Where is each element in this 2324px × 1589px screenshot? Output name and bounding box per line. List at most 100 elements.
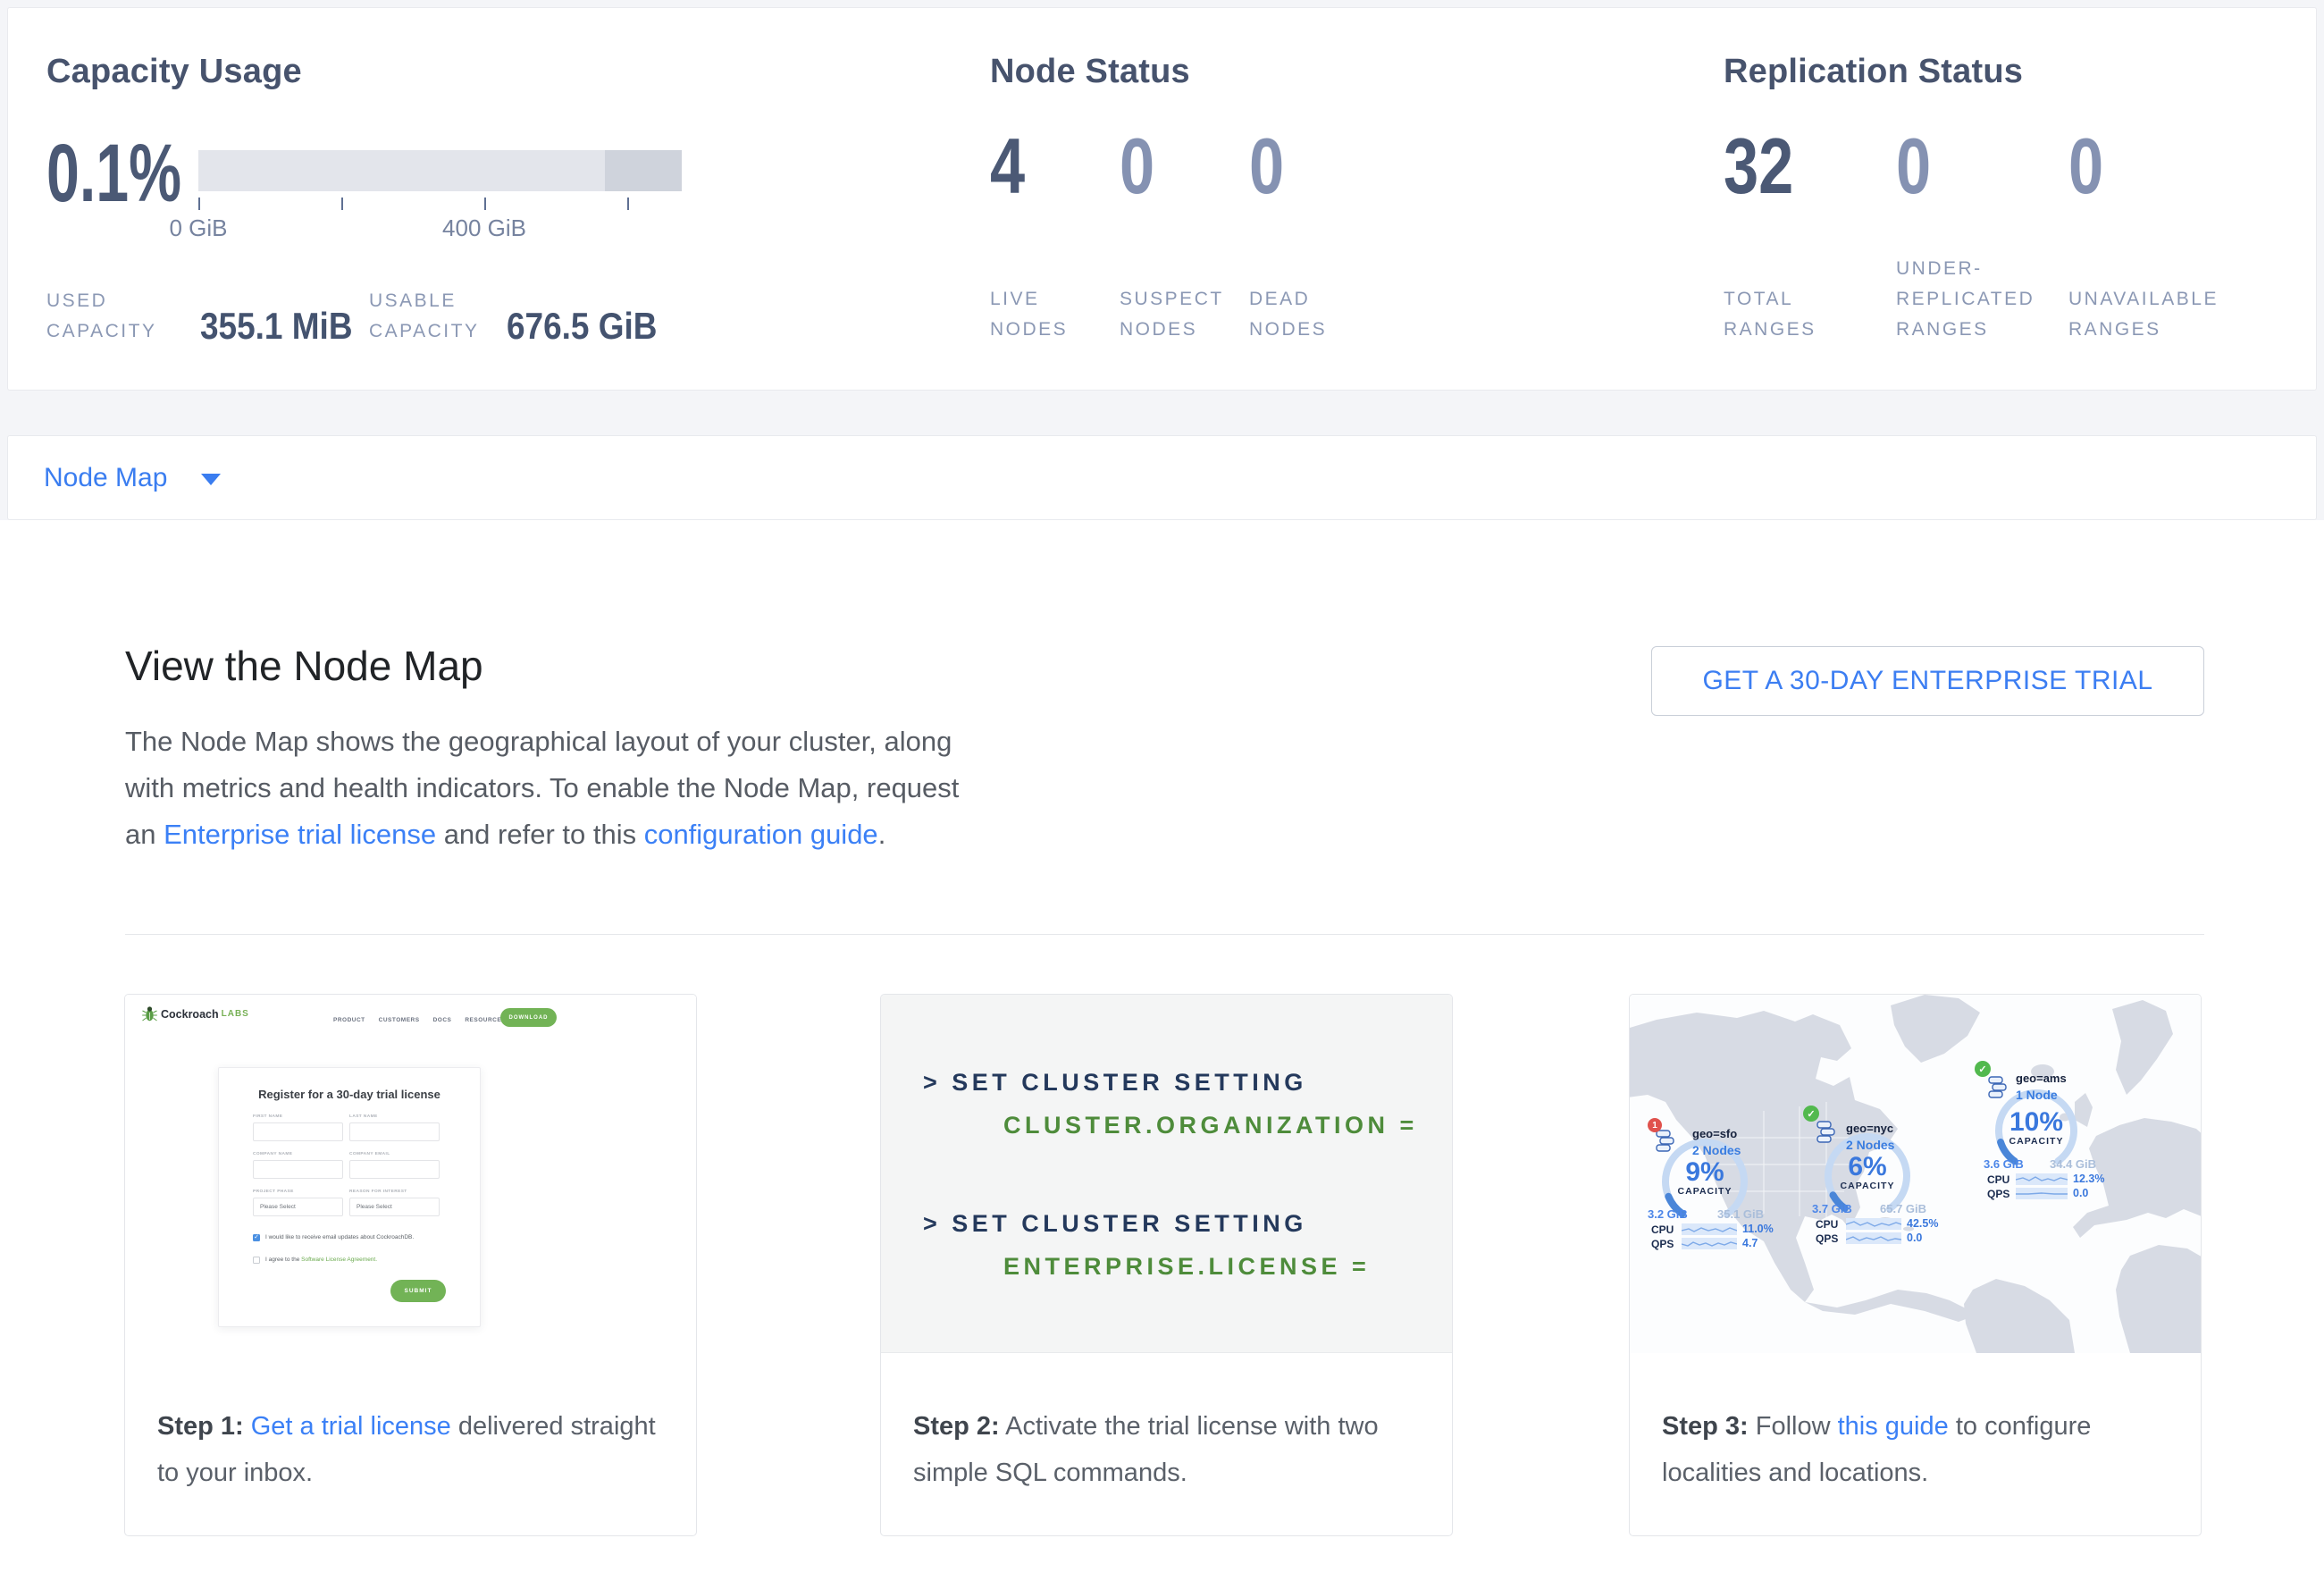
cpu-label: CPU — [1987, 1173, 2009, 1186]
under-replicated-ranges-label: UNDER-REPLICATED RANGES — [1896, 254, 2052, 345]
healthy-badge-icon: ✓ — [1975, 1061, 1991, 1077]
sql-commands-illustration: > SET CLUSTER SETTING CLUSTER.ORGANIZATI… — [881, 995, 1452, 1353]
capacity-usage-section: Capacity Usage 0.1% 0 GiB 400 GiB USED C… — [8, 8, 990, 390]
section-divider — [125, 934, 2204, 935]
sql-line-3: > SET CLUSTER SETTING — [923, 1210, 1307, 1238]
view-selector-bar: Node Map — [7, 435, 2317, 520]
sql-line-1: > SET CLUSTER SETTING — [923, 1069, 1307, 1097]
license-agree-checkbox — [253, 1257, 260, 1264]
suspect-nodes-value: 0 — [1120, 127, 1154, 206]
cpu-sparkline — [2016, 1173, 2068, 1185]
brand-wordmark: Cockroach — [161, 1008, 219, 1021]
cockroach-labs-logo: Cockroach LABS — [142, 1005, 249, 1022]
total-ranges-value: 32 — [1724, 127, 1793, 206]
step-3-text: Follow — [1749, 1412, 1838, 1441]
cockroach-bug-icon — [142, 1005, 157, 1022]
company-name-label: COMPANY NAME — [253, 1152, 292, 1156]
mini-download-button: DOWNLOAD — [500, 1008, 557, 1027]
map-region-ams: ✓ geo=ams 1 Node 10% CAPACITY 3.6 GiB 34… — [1630, 995, 2201, 1353]
under-replicated-ranges-value: 0 — [1896, 127, 1931, 206]
usable-capacity-value: 676.5 GiB — [507, 307, 657, 345]
project-phase-select: Please Select — [253, 1198, 343, 1216]
get-enterprise-trial-button[interactable]: GET A 30-DAY ENTERPRISE TRIAL — [1651, 646, 2204, 716]
region-used: 3.6 GiB — [1984, 1157, 2024, 1171]
node-status-section: Node Status 4 0 0 LIVE NODES SUSPECT NOD… — [990, 8, 1724, 390]
qps-value: 0.0 — [2073, 1187, 2088, 1199]
last-name-field — [349, 1122, 440, 1141]
capacity-tick-400 — [484, 198, 486, 210]
node-map-description: The Node Map shows the geographical layo… — [125, 719, 987, 858]
mini-nav-item: DOCS — [433, 1017, 452, 1023]
trial-license-form: Register for a 30-day trial license FIRS… — [218, 1067, 481, 1327]
license-agree-pre: I agree to the — [265, 1257, 301, 1263]
node-map-dropdown[interactable]: Node Map — [44, 463, 167, 493]
mini-nav-item: CUSTOMERS — [379, 1017, 420, 1023]
region-name: geo=ams — [2016, 1072, 2067, 1085]
capacity-tick-600 — [627, 198, 629, 210]
node-map-enterprise-panel: View the Node Map The Node Map shows the… — [0, 520, 2324, 1589]
cpu-value: 12.3% — [2073, 1173, 2104, 1185]
replication-status-title: Replication Status — [1724, 53, 2316, 91]
region-capacity-label: CAPACITY — [2009, 1136, 2064, 1147]
this-guide-link[interactable]: this guide — [1838, 1412, 1949, 1441]
step-1-card: Cockroach LABS PRODUCT CUSTOMERS DOCS RE… — [124, 994, 697, 1536]
region-node-count: 1 Node — [2016, 1088, 2058, 1102]
capacity-tick-label-0: 0 GiB — [169, 214, 227, 242]
capacity-bar: 0 GiB 400 GiB — [198, 150, 682, 214]
capacity-usage-title: Capacity Usage — [46, 53, 990, 91]
enterprise-trial-license-link[interactable]: Enterprise trial license — [164, 819, 436, 850]
get-trial-license-link[interactable]: Get a trial license — [251, 1412, 451, 1441]
email-updates-text: I would like to receive email updates ab… — [265, 1234, 414, 1240]
trial-signup-screenshot: Cockroach LABS PRODUCT CUSTOMERS DOCS RE… — [125, 995, 696, 1353]
total-ranges-label: TOTAL RANGES — [1724, 284, 1840, 345]
unavailable-ranges-label: UNAVAILABLE RANGES — [2068, 284, 2229, 345]
live-nodes-value: 4 — [990, 127, 1025, 206]
node-map-preview: 1 geo=sfo 2 Nodes 9% CAPACITY 3.2 GiB 35… — [1630, 995, 2201, 1353]
first-name-field — [253, 1122, 343, 1141]
step-2-label: Step 2: — [913, 1412, 1000, 1441]
software-license-link: Software License Agreement. — [301, 1257, 377, 1263]
live-nodes-label: LIVE NODES — [990, 284, 1097, 345]
used-capacity-label: USED CAPACITY — [46, 286, 163, 347]
company-name-field — [253, 1160, 343, 1179]
qps-label: QPS — [1987, 1188, 2009, 1200]
reason-label: REASON FOR INTEREST — [349, 1190, 407, 1194]
capacity-bar-reserved-segment — [605, 150, 682, 191]
company-email-field — [349, 1160, 440, 1179]
used-capacity-value: 355.1 MiB — [200, 307, 330, 345]
dead-nodes-value: 0 — [1249, 127, 1284, 206]
page-title: View the Node Map — [125, 642, 483, 690]
reason-select: Please Select — [349, 1198, 440, 1216]
region-capacity-percent: 10% — [2009, 1107, 2063, 1138]
qps-sparkline — [2016, 1188, 2068, 1199]
step-3-caption: Step 3: Follow this guide to configure l… — [1630, 1353, 2201, 1496]
email-updates-checkbox: ✓ — [253, 1234, 260, 1241]
replication-status-section: Replication Status 32 0 0 TOTAL RANGES U… — [1724, 8, 2316, 390]
step-1-caption: Step 1: Get a trial license delivered st… — [125, 1353, 696, 1496]
step-2-caption: Step 2: Activate the trial license with … — [881, 1353, 1452, 1496]
configuration-guide-link[interactable]: configuration guide — [644, 819, 878, 850]
brand-labs: LABS — [222, 1009, 249, 1019]
region-total: 34.4 GiB — [2050, 1157, 2096, 1171]
capacity-bar-track — [198, 150, 682, 191]
description-text: and refer to this — [436, 819, 644, 850]
first-name-label: FIRST NAME — [253, 1114, 282, 1119]
capacity-tick-label-400: 400 GiB — [442, 214, 526, 242]
cluster-summary-bar: Capacity Usage 0.1% 0 GiB 400 GiB USED C… — [7, 7, 2317, 391]
chevron-down-icon[interactable] — [201, 474, 221, 485]
mini-submit-button: SUBMIT — [390, 1280, 446, 1302]
description-text: . — [878, 819, 886, 850]
capacity-tick-0 — [198, 198, 200, 210]
capacity-tick-200 — [341, 198, 343, 210]
last-name-label: LAST NAME — [349, 1114, 378, 1119]
node-status-title: Node Status — [990, 53, 1724, 91]
company-email-label: COMPANY EMAIL — [349, 1152, 390, 1156]
suspect-nodes-label: SUSPECT NODES — [1120, 284, 1227, 345]
form-title: Register for a 30-day trial license — [219, 1088, 480, 1101]
license-agree-text: I agree to the Software License Agreemen… — [265, 1257, 377, 1263]
capacity-percent: 0.1% — [46, 132, 143, 214]
usable-capacity-label: USABLE CAPACITY — [369, 286, 485, 347]
step-3-card: 1 geo=sfo 2 Nodes 9% CAPACITY 3.2 GiB 35… — [1629, 994, 2202, 1536]
dead-nodes-label: DEAD NODES — [1249, 284, 1356, 345]
project-phase-label: PROJECT PHASE — [253, 1190, 294, 1194]
